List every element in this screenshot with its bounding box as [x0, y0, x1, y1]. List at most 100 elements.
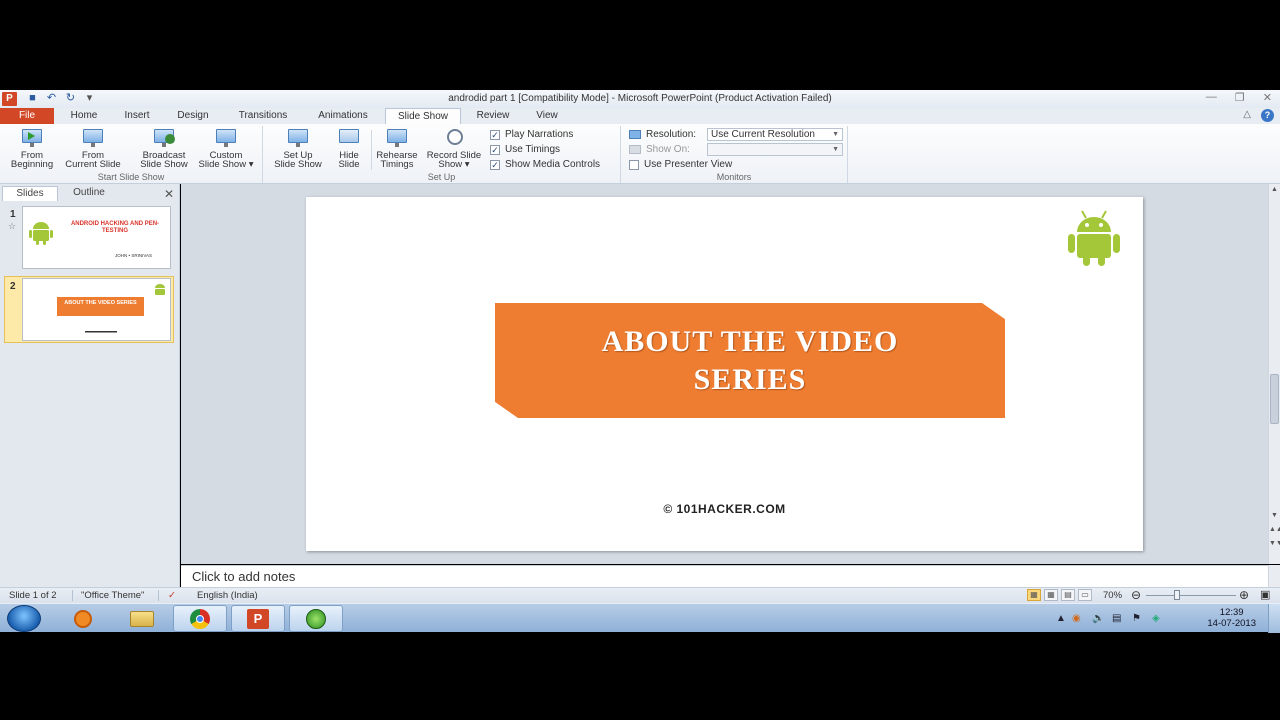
zoom-out-icon[interactable]: ⊖: [1131, 588, 1141, 602]
taskbar-recorder[interactable]: [289, 605, 343, 632]
taskbar-explorer[interactable]: [115, 605, 169, 632]
slide-thumbnail-2[interactable]: ABOUT THE VIDEO SERIES: [22, 278, 171, 341]
rehearse-timings-button[interactable]: Rehearse Timings: [373, 128, 421, 169]
tab-outline[interactable]: Outline: [60, 186, 118, 201]
slide-title-line-1: ABOUT THE VIDEO: [601, 324, 899, 358]
minimize-icon[interactable]: —: [1206, 91, 1217, 104]
show-on-dropdown[interactable]: ▼: [707, 143, 843, 156]
start-button-icon[interactable]: [7, 605, 41, 632]
current-slide[interactable]: ABOUT THE VIDEO SERIES © 101HACKER.COM: [306, 197, 1143, 551]
slide-editor: ABOUT THE VIDEO SERIES © 101HACKER.COM: [181, 184, 1268, 564]
use-timings-label: Use Timings: [505, 144, 561, 155]
restore-icon[interactable]: ❐: [1235, 91, 1245, 104]
slide-thumbnail-1[interactable]: ANDROID HACKING AND PEN-TESTING JOHN • S…: [22, 206, 171, 269]
resolution-dropdown[interactable]: Use Current Resolution ▼: [707, 128, 843, 141]
broadcast-label-2: Slide Show: [140, 159, 188, 170]
resolution-value: Use Current Resolution: [711, 129, 815, 140]
show-on-label-row: Show On:: [629, 144, 690, 155]
scrollbar-thumb[interactable]: [1270, 374, 1279, 424]
show-on-icon: [629, 145, 641, 154]
setup-label-2: Slide Show: [274, 159, 322, 170]
tab-slide-show[interactable]: Slide Show: [385, 108, 461, 124]
slide-title: ABOUT THE VIDEO SERIES: [602, 323, 899, 399]
tab-home[interactable]: Home: [64, 108, 104, 124]
recorder-icon: [306, 608, 326, 629]
next-slide-icon[interactable]: ▼▼: [1269, 538, 1280, 550]
slide-count: Slide 1 of 2: [9, 590, 57, 601]
scroll-down-icon[interactable]: ▼: [1269, 510, 1280, 522]
tray-security-icon[interactable]: ◈: [1152, 613, 1160, 624]
notes-pane[interactable]: Click to add notes: [181, 565, 1268, 587]
slide-sorter-view-icon[interactable]: ▦: [1044, 589, 1058, 601]
help-icon[interactable]: ?: [1261, 109, 1274, 122]
previous-slide-icon[interactable]: ▲▲: [1269, 524, 1280, 536]
from-current-label-2: Current Slide: [65, 159, 121, 170]
resolution-icon: [629, 130, 641, 139]
pane-tabs: Slides Outline ✕: [0, 186, 180, 202]
tab-file[interactable]: File: [0, 108, 54, 124]
tray-app-icon[interactable]: ◉: [1072, 613, 1081, 624]
scroll-up-icon[interactable]: ▲: [1269, 184, 1280, 196]
tab-animations[interactable]: Animations: [308, 108, 378, 124]
copyright-text[interactable]: © 101HACKER.COM: [306, 502, 1143, 516]
ribbon-help-area: △ ?: [1243, 109, 1274, 122]
set-up-slide-show-button[interactable]: Set Up Slide Show: [267, 128, 329, 169]
tab-slides[interactable]: Slides: [2, 186, 58, 201]
slide-number-2: 2: [10, 281, 16, 292]
tab-transitions[interactable]: Transitions: [228, 108, 298, 124]
hide-slide-button[interactable]: Hide Slide: [329, 128, 369, 169]
use-timings-checkbox[interactable]: ✓ Use Timings: [490, 144, 560, 155]
slide-number-1: 1: [10, 209, 16, 220]
clock[interactable]: 12:39 14-07-2013: [1207, 607, 1256, 629]
from-current-slide-icon: [80, 128, 106, 148]
zoom-level[interactable]: 70%: [1103, 590, 1122, 601]
custom-slide-show-icon: [213, 128, 239, 148]
use-presenter-view-checkbox[interactable]: Use Presenter View: [629, 159, 732, 170]
hide-slide-icon: [336, 128, 362, 148]
tab-insert[interactable]: Insert: [116, 108, 158, 124]
taskbar-chrome[interactable]: [173, 605, 227, 632]
editor-vertical-scrollbar[interactable]: ▲ ▲▲ ▼▼ ▼: [1268, 184, 1280, 564]
broadcast-slide-show-button[interactable]: Broadcast Slide Show: [134, 128, 194, 169]
close-pane-icon[interactable]: ✕: [164, 187, 174, 201]
tab-design[interactable]: Design: [170, 108, 216, 124]
tab-view[interactable]: View: [526, 108, 568, 124]
system-tray: ▲ ◉ 🔈 ▤ ⚑ ◈ 12:39 14-07-2013: [1050, 604, 1280, 633]
spell-check-icon[interactable]: ✓: [168, 590, 176, 601]
minimize-ribbon-icon[interactable]: △: [1243, 109, 1251, 122]
action-center-flag-icon[interactable]: ⚑: [1132, 613, 1141, 624]
show-desktop-button[interactable]: [1268, 604, 1280, 633]
zoom-slider-knob[interactable]: [1174, 590, 1180, 600]
notes-scrollbar[interactable]: [1268, 565, 1280, 587]
from-current-slide-button[interactable]: From Current Slide: [60, 128, 126, 169]
zoom-in-icon[interactable]: ⊕: [1239, 588, 1249, 602]
thumb1-title: ANDROID HACKING AND PEN-TESTING: [70, 221, 160, 234]
close-icon[interactable]: ✕: [1263, 91, 1272, 104]
slide-thumbnail-2-content: [57, 284, 165, 333]
slide-title-line-2: SERIES: [693, 362, 807, 396]
show-hidden-icons-icon[interactable]: ▲: [1056, 613, 1066, 624]
show-media-controls-checkbox[interactable]: ✓ Show Media Controls: [490, 159, 600, 170]
reading-view-icon[interactable]: ▤: [1061, 589, 1075, 601]
zoom-slider[interactable]: [1146, 595, 1236, 596]
status-separator: [158, 590, 159, 601]
network-icon[interactable]: ▤: [1112, 613, 1121, 624]
taskbar-media-player[interactable]: [56, 605, 110, 632]
record-slide-show-button[interactable]: Record Slide Show ▾: [421, 128, 487, 169]
play-narrations-checkbox[interactable]: ✓ Play Narrations: [490, 129, 573, 140]
theme-name[interactable]: "Office Theme": [81, 590, 144, 601]
from-beginning-button[interactable]: From Beginning: [4, 128, 60, 169]
animation-star-icon: ☆: [8, 221, 17, 231]
android-icon: [29, 222, 53, 245]
slide-show-view-icon[interactable]: ▭: [1078, 589, 1092, 601]
clock-time: 12:39: [1219, 607, 1244, 618]
custom-slide-show-button[interactable]: Custom Slide Show ▾: [194, 128, 258, 169]
group-set-up: Set Up Slide Show Hide Slide Rehearse Ti…: [263, 126, 621, 183]
volume-icon[interactable]: 🔈: [1092, 613, 1104, 624]
normal-view-icon[interactable]: ▦: [1027, 589, 1041, 601]
fit-slide-icon[interactable]: ▣: [1260, 588, 1270, 601]
language[interactable]: English (India): [197, 590, 258, 601]
taskbar-powerpoint[interactable]: P: [231, 605, 285, 632]
tab-review[interactable]: Review: [468, 108, 518, 124]
title-banner[interactable]: ABOUT THE VIDEO SERIES: [495, 303, 1005, 418]
